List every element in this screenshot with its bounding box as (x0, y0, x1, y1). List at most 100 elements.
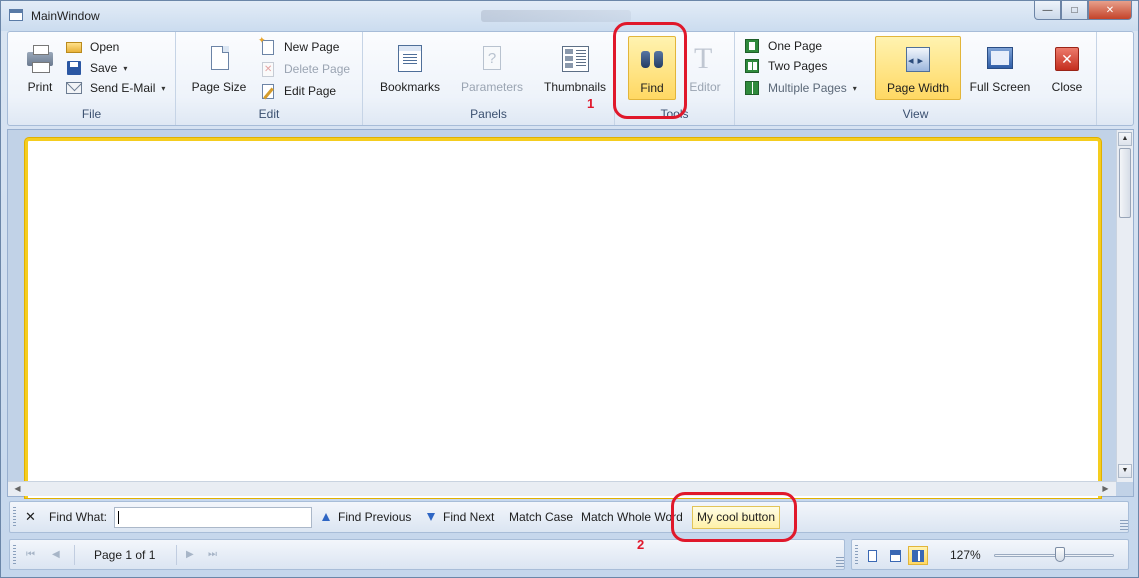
open-label: Open (90, 40, 120, 54)
multiple-pages-label: Multiple Pages (768, 81, 847, 95)
full-screen-button[interactable]: Full Screen (967, 36, 1033, 98)
toolbar-grip[interactable] (855, 545, 858, 565)
find-next-button[interactable]: Find Next (427, 510, 494, 524)
one-page-button[interactable]: One Page (744, 36, 822, 56)
page-navigation-bar: ⏮ ◀ Page 1 of 1 ▶ ⏭ (9, 539, 845, 570)
close-label: Close (1051, 80, 1083, 94)
new-page-button[interactable]: New Page (258, 35, 340, 57)
page-indicator: Page 1 of 1 (94, 548, 156, 562)
vertical-scroll-thumb[interactable] (1119, 148, 1131, 218)
parameters-label: Parameters (460, 80, 524, 94)
blurred-title-overlay (481, 10, 631, 22)
bookmarks-label: Bookmarks (379, 80, 441, 94)
annotation-label-2: 2 (637, 537, 645, 552)
find-next-label: Find Next (443, 510, 495, 524)
toolbar-grip[interactable] (13, 545, 16, 565)
print-button[interactable]: Print (12, 36, 68, 98)
bookmarks-icon (395, 44, 425, 74)
page-width-button[interactable]: Page Width (875, 36, 961, 100)
two-pages-label: Two Pages (768, 59, 828, 73)
ribbon-group-view: One Page Two Pages Multiple Pages ▾ Page… (735, 32, 1097, 125)
toolbar-grip[interactable] (13, 507, 16, 527)
annotation-label-1: 1 (587, 96, 595, 111)
zoom-level: 127% (950, 548, 981, 562)
horizontal-scrollbar[interactable]: ◀ ▶ (8, 481, 1116, 496)
printer-icon (25, 44, 55, 74)
parameters-button[interactable]: ? Parameters (455, 36, 529, 98)
group-label-file: File (81, 107, 102, 121)
status-bar: ⏮ ◀ Page 1 of 1 ▶ ⏭ 127% (9, 539, 1129, 570)
full-screen-label: Full Screen (969, 80, 1031, 94)
close-button[interactable]: ✕ Close (1043, 36, 1091, 98)
zoom-slider-thumb[interactable] (1054, 547, 1065, 562)
arrow-up-icon (322, 513, 330, 521)
main-window: MainWindow — □ ✕ Print Open Save ▾ Send … (0, 0, 1139, 578)
page-width-icon (903, 45, 933, 75)
close-window-button[interactable]: ✕ (1088, 1, 1132, 20)
scroll-up-button[interactable]: ▲ (1118, 132, 1132, 146)
full-screen-icon (985, 44, 1015, 74)
one-page-label: One Page (768, 39, 823, 53)
maximize-button[interactable]: □ (1061, 1, 1088, 20)
save-button[interactable]: Save ▾ (66, 58, 127, 78)
open-button[interactable]: Open (66, 37, 119, 57)
find-previous-button[interactable]: Find Previous (322, 510, 411, 524)
scroll-left-button[interactable]: ◀ (10, 482, 25, 496)
delete-page-button[interactable]: Delete Page (260, 59, 350, 79)
single-page-icon (867, 549, 877, 562)
bookmarks-button[interactable]: Bookmarks (375, 36, 445, 98)
multiple-pages-view-button[interactable] (908, 546, 928, 565)
page-width-view-button[interactable] (885, 546, 905, 565)
new-page-label: New Page (284, 40, 340, 54)
editor-button[interactable]: T Editor (683, 36, 727, 98)
document-page[interactable] (25, 138, 1101, 498)
edit-page-button[interactable]: Edit Page (260, 81, 336, 101)
thumbnails-button[interactable]: Thumbnails (538, 36, 612, 98)
chevron-down-icon: ▾ (161, 83, 166, 93)
document-viewer[interactable]: ▲ ▼ ◀ ▶ (7, 129, 1134, 498)
scroll-down-button[interactable]: ▼ (1118, 464, 1132, 478)
group-label-panels: Panels (470, 107, 507, 121)
title-bar[interactable]: MainWindow — □ ✕ (1, 1, 1138, 31)
page-icon (204, 44, 234, 74)
ribbon-group-file: Print Open Save ▾ Send E-Mail ▾ File (8, 32, 176, 125)
arrow-down-icon (427, 513, 435, 521)
separator (74, 545, 75, 565)
save-icon (66, 60, 82, 76)
find-what-input[interactable] (114, 507, 312, 528)
vertical-scrollbar[interactable]: ▲ ▼ (1116, 130, 1133, 482)
multiple-pages-icon (744, 80, 760, 96)
first-page-icon[interactable]: ⏮ (26, 549, 35, 560)
find-what-label: Find What: (49, 510, 108, 524)
match-case-toggle[interactable]: Match Case (509, 510, 573, 524)
window-controls: — □ ✕ (1034, 1, 1132, 20)
multiple-pages-button[interactable]: Multiple Pages ▾ (744, 78, 857, 98)
previous-page-icon[interactable]: ◀ (52, 549, 60, 560)
annotation-circle-find (613, 22, 687, 119)
two-pages-button[interactable]: Two Pages (744, 56, 827, 76)
send-email-button[interactable]: Send E-Mail ▾ (66, 78, 165, 98)
two-pages-icon (744, 58, 760, 74)
ribbon-group-edit: Page Size New Page Delete Page Edit Page… (176, 32, 363, 125)
next-page-icon[interactable]: ▶ (186, 549, 194, 560)
mail-icon (66, 80, 82, 96)
navigation-resize-grip[interactable] (836, 557, 844, 569)
group-label-view: View (902, 107, 929, 121)
zoom-bar: 127% (851, 539, 1129, 570)
chevron-down-icon: ▾ (852, 83, 857, 93)
find-bar-resize-grip[interactable] (1120, 520, 1128, 532)
scroll-right-button[interactable]: ▶ (1098, 482, 1113, 496)
thumbnails-icon (560, 44, 590, 74)
close-find-icon[interactable]: ✕ (25, 509, 36, 525)
thumbnails-label: Thumbnails (543, 80, 607, 94)
last-page-icon[interactable]: ⏭ (208, 549, 217, 560)
single-page-view-button[interactable] (862, 546, 882, 565)
delete-page-label: Delete Page (284, 62, 351, 76)
page-size-label: Page Size (191, 80, 247, 94)
window-icon (9, 9, 23, 21)
minimize-button[interactable]: — (1034, 1, 1061, 20)
page-size-button[interactable]: Page Size (184, 36, 254, 98)
match-whole-word-toggle[interactable]: Match Whole Word (581, 510, 683, 524)
new-page-icon (258, 35, 276, 55)
find-previous-label: Find Previous (338, 510, 412, 524)
